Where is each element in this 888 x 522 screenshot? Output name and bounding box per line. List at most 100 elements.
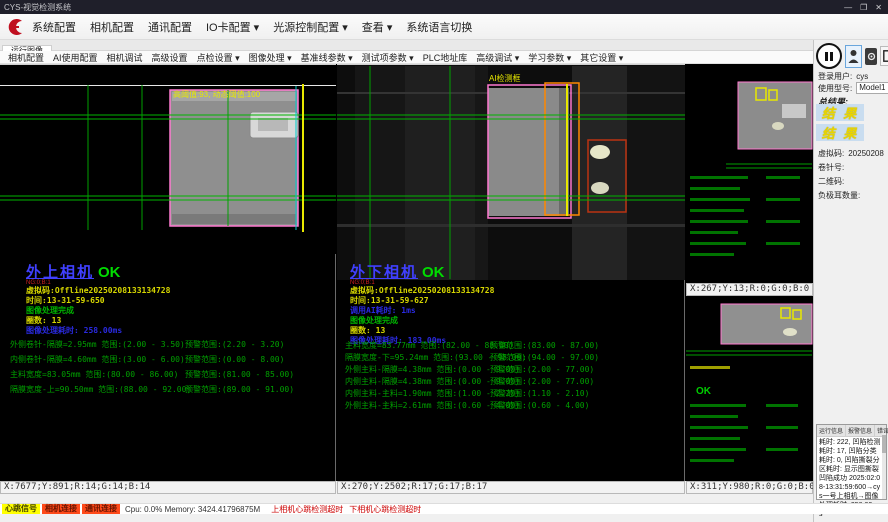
app-logo-icon bbox=[4, 16, 26, 38]
exit-door-icon bbox=[883, 50, 888, 62]
measurement-list-lower: 主料宽度=83.77mm 范围:(82.00 - 88.00) 预警范围:(83… bbox=[345, 340, 599, 412]
field-label: 卷针号: bbox=[818, 162, 844, 173]
login-user-value: cys bbox=[856, 72, 868, 81]
menu-item[interactable]: 通讯配置 bbox=[148, 19, 192, 35]
sidebar-field: 负极耳数量: bbox=[818, 190, 864, 201]
status-badge: 通讯连接 bbox=[82, 504, 120, 514]
camera-ok-status: OK bbox=[98, 264, 121, 281]
log-panel: 运行信息报警信息错误信息 耗时: 222, 凹陷检测耗时: 17, 凹陷分类耗时… bbox=[816, 424, 887, 500]
menu-item[interactable]: IO卡配置 ▾ bbox=[206, 19, 259, 35]
menu-item[interactable]: 系统语言切换 bbox=[406, 19, 472, 35]
toolbar-item[interactable]: 图像处理 ▾ bbox=[249, 51, 292, 64]
info-line: 图像处理完成 bbox=[26, 306, 170, 316]
log-scrollbar[interactable] bbox=[882, 433, 886, 499]
thumbnail-panel-bottom[interactable]: OK bbox=[686, 296, 813, 481]
app-window: CYS-视觉检测系统 — ❐ ✕ 系统配置相机配置通讯配置IO卡配置 ▾光源控制… bbox=[0, 0, 888, 522]
info-line: 调用AI耗时: 1ms bbox=[350, 306, 494, 316]
status-badge: 相机连接 bbox=[42, 504, 80, 514]
camera-image-upper[interactable]: 高阈值:93, 动态阈值:100 bbox=[0, 64, 336, 254]
pause-icon bbox=[825, 52, 828, 61]
view-tab-bar: 运行图像 bbox=[0, 40, 813, 51]
measurement-row: 内侧主料-隔膜=4.38mm 范围:(0.00 - 9.00) 预警范围:(2.… bbox=[345, 376, 599, 388]
measurement-list-upper: 外侧卷针-隔膜=2.95mm 范围:(2.00 - 3.50) 预警范围:(2.… bbox=[10, 337, 294, 397]
info-line: 图像处理完成 bbox=[350, 316, 494, 326]
info-line: 时间:13-31-59-650 bbox=[26, 296, 170, 306]
sidebar-field: 虚拟码: 20250208 bbox=[818, 148, 884, 159]
measurement-warning-range: 预警范围:(81.00 - 85.00) bbox=[185, 367, 294, 382]
camera-panel-upper[interactable]: 高阈值:93, 动态阈值:100 外上相机 OK NG:0;B:1 虚拟码:Of… bbox=[0, 64, 336, 481]
measurement-value: 主料宽度=83.77mm 范围:(82.00 - 88.00) bbox=[345, 340, 490, 352]
thumbnail-image-top[interactable] bbox=[686, 64, 813, 283]
window-title: CYS-视觉检测系统 bbox=[4, 2, 71, 13]
status-warnings: 上相机心跳检测超时下相机心跳检测超时 bbox=[265, 504, 421, 515]
thumbnail-panel-top[interactable] bbox=[686, 64, 813, 283]
toolbar-item[interactable]: 其它设置 ▾ bbox=[580, 51, 623, 64]
measurement-value: 隔膜宽度-上=90.50mm 范围:(88.00 - 92.00) bbox=[10, 382, 185, 397]
menu-item[interactable]: 相机配置 bbox=[90, 19, 134, 35]
measurement-row: 外侧主料-主料=2.61mm 范围:(0.60 - 4.00) 预警范围:(0.… bbox=[345, 400, 599, 412]
toolbar-item[interactable]: 测试项参数 ▾ bbox=[362, 51, 414, 64]
log-tabs: 运行信息报警信息错误信息 bbox=[817, 425, 886, 437]
result-box-text: 结 果 bbox=[822, 123, 859, 142]
log-tab[interactable]: 报警信息 bbox=[846, 425, 875, 436]
toolbar-item[interactable]: AI使用配置 bbox=[53, 51, 98, 64]
menu-item[interactable]: 系统配置 bbox=[32, 19, 76, 35]
measurement-warning-range: 预警范围:(0.60 - 4.00) bbox=[490, 400, 589, 412]
measurement-value: 外侧主料-主料=2.61mm 范围:(0.60 - 4.00) bbox=[345, 400, 490, 412]
measurement-value: 内侧主料-隔膜=4.38mm 范围:(0.00 - 9.00) bbox=[345, 376, 490, 388]
menu-item[interactable]: 光源控制配置 ▾ bbox=[273, 19, 348, 35]
measurement-value: 内侧卷针-隔膜=4.60mm 范围:(3.00 - 6.00) bbox=[10, 352, 185, 367]
coordinate-readout-thumb-top: X:267;Y:13;R:0;G:0;B:0 bbox=[686, 283, 813, 296]
toolbar-item[interactable]: 点检设置 ▾ bbox=[197, 51, 240, 64]
result-box: 结 果 bbox=[816, 124, 864, 141]
sidebar-field: 二维码: bbox=[818, 176, 848, 187]
info-line: 圈数: 13 bbox=[350, 326, 494, 336]
measurement-row: 内侧主料-主料=1.90mm 范围:(1.00 - 2.20) 预警范围:(1.… bbox=[345, 388, 599, 400]
measurement-row: 主料宽度=83.05mm 范围:(80.00 - 86.00) 预警范围:(81… bbox=[10, 367, 294, 382]
heartbeat-timeout-warning: 上相机心跳检测超时 bbox=[271, 504, 343, 515]
status-bar: 心跳信号相机连接通讯连接 Cpu: 0.0% Memory: 3424.4179… bbox=[0, 503, 888, 514]
close-icon[interactable]: ✕ bbox=[875, 3, 882, 12]
user-button[interactable] bbox=[845, 45, 862, 68]
thumbnail-image-bottom[interactable]: OK bbox=[686, 296, 813, 481]
toolbar-item[interactable]: PLC地址库 bbox=[423, 51, 468, 64]
right-sidebar: 登录用户: cys 使用型号: Model1 总结果: 结 果 结 果 bbox=[813, 40, 888, 522]
model-select[interactable]: Model1 bbox=[856, 82, 888, 94]
pause-button[interactable] bbox=[816, 43, 842, 69]
toolbar-item[interactable]: 相机配置 bbox=[8, 51, 44, 64]
measurement-warning-range: 预警范围:(1.10 - 2.10) bbox=[490, 388, 589, 400]
camera-name-label: 外上相机 bbox=[26, 261, 94, 282]
menu-items: 系统配置相机配置通讯配置 IO卡配置 ▾ 光源控制配置 ▾ 查看 ▾ 系统语言切换 bbox=[32, 19, 472, 35]
field-label: 虚拟码: bbox=[818, 148, 844, 159]
field-label: 二维码: bbox=[818, 176, 844, 187]
log-tab[interactable]: 运行信息 bbox=[817, 425, 846, 436]
minimize-icon[interactable]: — bbox=[844, 3, 852, 12]
camera-ok-status: OK bbox=[422, 264, 445, 281]
threshold-overlay-label: 高阈值:93, 动态阈值:100 bbox=[173, 89, 261, 99]
measurement-warning-range: 预警范围:(83.00 - 87.00) bbox=[490, 340, 599, 352]
toolbar-item[interactable]: 基准线参数 ▾ bbox=[301, 51, 353, 64]
maximize-icon[interactable]: ❐ bbox=[860, 3, 867, 12]
camera-info-lines: 虚拟码:Offline20250208133134728时间:13-31-59-… bbox=[26, 286, 170, 336]
toolbar-item[interactable]: 相机调试 bbox=[107, 51, 143, 64]
measurement-value: 隔膜宽度-下=95.24mm 范围:(93.00 - 98.00) bbox=[345, 352, 490, 364]
thumbnail-ok-status: OK bbox=[696, 386, 712, 397]
field-value: 20250208 bbox=[848, 149, 884, 158]
toolbar-item[interactable]: 高级调试 ▾ bbox=[476, 51, 519, 64]
camera-panel-lower[interactable]: AI检测框 外下相机 OK NG:0;B:1 虚拟码:Offline202502… bbox=[337, 64, 685, 481]
toolbar-item[interactable]: 高级设置 bbox=[152, 51, 188, 64]
title-bar: CYS-视觉检测系统 — ❐ ✕ bbox=[0, 0, 888, 14]
status-badges: 心跳信号相机连接通讯连接 bbox=[2, 504, 120, 514]
measurement-warning-range: 预警范围:(0.00 - 8.00) bbox=[185, 352, 284, 367]
measurement-row: 内侧卷针-隔膜=4.60mm 范围:(3.00 - 6.00) 预警范围:(0.… bbox=[10, 352, 294, 367]
measurement-warning-range: 预警范围:(2.00 - 77.00) bbox=[490, 376, 594, 388]
menu-item[interactable]: 查看 ▾ bbox=[362, 19, 393, 35]
camera-image-lower[interactable]: AI检测框 bbox=[337, 64, 685, 280]
toolbar-item[interactable]: 学习参数 ▾ bbox=[528, 51, 571, 64]
settings-button[interactable] bbox=[865, 48, 877, 65]
coordinate-readout-lower: X:270;Y:2502;R:17;G:17;B:17 bbox=[337, 481, 685, 494]
camera-info-lines: 虚拟码:Offline20250208133134728时间:13-31-59-… bbox=[350, 286, 494, 346]
exit-button[interactable] bbox=[880, 46, 888, 66]
info-line: 圈数: 13 bbox=[26, 316, 170, 326]
tool-bar: 相机配置 AI使用配置相机调试高级设置点检设置 ▾ 图像处理 ▾ 基准线参数 ▾ 测试项… bbox=[0, 51, 813, 64]
